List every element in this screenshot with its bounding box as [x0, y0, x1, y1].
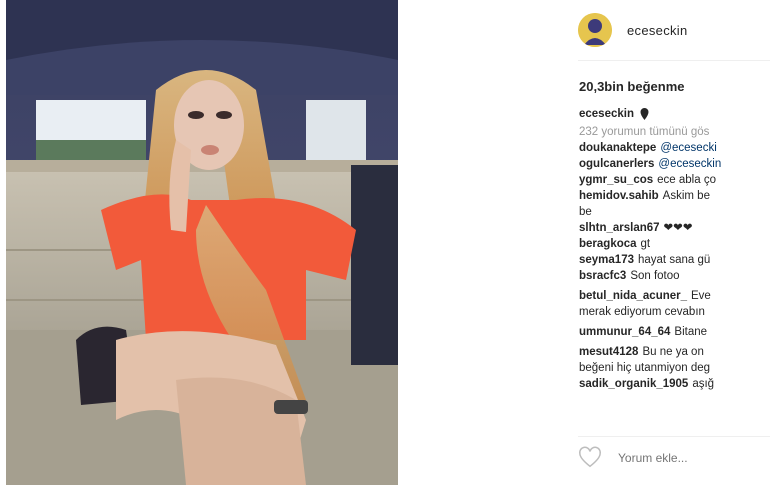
comment-item: bsracfc3 Son fotoo	[579, 268, 770, 284]
comment-username[interactable]: mesut4128	[579, 346, 638, 358]
pin-icon	[640, 108, 649, 120]
comment-text: Bitane	[674, 326, 708, 338]
comment-item: betul_nida_acuner_ Eve	[579, 288, 770, 304]
caption-username[interactable]: eceseckin	[579, 106, 634, 122]
comment-item-continued: be	[579, 204, 770, 220]
comment-username[interactable]: ogulcanerlers	[579, 158, 654, 170]
footer-divider	[578, 436, 770, 437]
comment-text: Eve	[691, 290, 711, 302]
comment-text: be	[579, 206, 592, 218]
avatar[interactable]	[578, 13, 612, 47]
comment-item: ummunur_64_64 Bitane	[579, 324, 770, 340]
comment-item: slhtn_arslan67 ❤❤❤	[579, 220, 770, 236]
comment-bar	[578, 443, 770, 473]
comment-username[interactable]: ygmr_su_cos	[579, 174, 653, 186]
comments-list: eceseckin 232 yorumun tümünü gös doukana…	[579, 106, 770, 392]
comment-text: Askim be	[662, 190, 710, 202]
comment-username[interactable]: betul_nida_acuner_	[579, 290, 687, 302]
comment-item: mesut4128 Bu ne ya on	[579, 344, 770, 360]
username-link[interactable]: eceseckin	[627, 23, 688, 38]
comment-username[interactable]: slhtn_arslan67	[579, 222, 660, 234]
comment-item: seyma173 hayat sana gü	[579, 252, 770, 268]
post-sidebar: eceseckin 20,3bin beğenme eceseckin 232 …	[398, 0, 770, 485]
comment-item: hemidov.sahib Askim be	[579, 188, 770, 204]
header-divider	[578, 60, 770, 61]
comment-username[interactable]: bsracfc3	[579, 270, 626, 282]
comment-text: gt	[640, 238, 651, 250]
view-all-comments-link[interactable]: 232 yorumun tümünü gös	[579, 124, 770, 140]
comment-text: ece abla ço	[657, 174, 716, 186]
post-header: eceseckin	[578, 12, 688, 48]
comment-text: beğeni hiç utanmiyon deg	[579, 362, 711, 374]
comment-item: ogulcanerlers @eceseckin	[579, 156, 770, 172]
comment-text: ❤❤❤	[663, 222, 693, 234]
comment-item: doukanaktepe @ecesecki	[579, 140, 770, 156]
comment-item-continued: beğeni hiç utanmiyon deg	[579, 360, 770, 376]
comment-item-continued: merak ediyorum cevabın	[579, 304, 770, 320]
caption: eceseckin	[579, 106, 770, 122]
comment-username[interactable]: seyma173	[579, 254, 634, 266]
comment-item: ygmr_su_cos ece abla ço	[579, 172, 770, 188]
comment-text: aşığ	[692, 378, 715, 390]
photo-image	[6, 0, 398, 485]
heart-icon[interactable]	[578, 446, 602, 470]
likes-count[interactable]: 20,3bin beğenme	[579, 79, 684, 94]
comment-item: beragkoca gt	[579, 236, 770, 252]
comment-item: sadik_organik_1905 aşığ	[579, 376, 770, 392]
comment-input[interactable]	[616, 450, 770, 466]
comment-username[interactable]: hemidov.sahib	[579, 190, 659, 202]
comment-text: Bu ne ya on	[642, 346, 704, 358]
comment-text: Son fotoo	[630, 270, 680, 282]
comment-text: merak ediyorum cevabın	[579, 306, 705, 318]
comment-username[interactable]: ummunur_64_64	[579, 326, 670, 338]
comment-mention[interactable]: @eceseckin	[658, 158, 721, 170]
post-photo[interactable]	[6, 0, 398, 485]
comment-username[interactable]: doukanaktepe	[579, 142, 656, 154]
comment-username[interactable]: beragkoca	[579, 238, 637, 250]
comment-mention[interactable]: @ecesecki	[660, 142, 716, 154]
comment-username[interactable]: sadik_organik_1905	[579, 378, 688, 390]
comment-text: hayat sana gü	[638, 254, 711, 266]
